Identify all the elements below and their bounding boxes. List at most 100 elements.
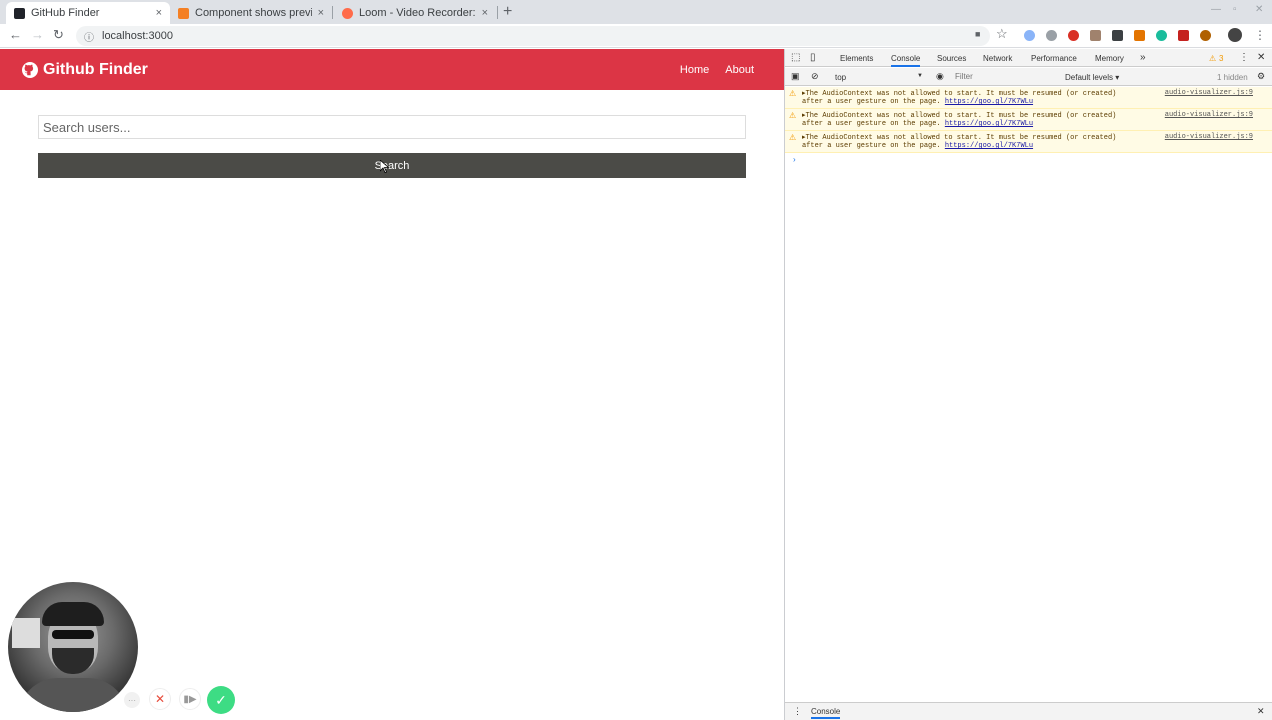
console-filter-input[interactable] <box>955 70 1055 83</box>
camera-icon[interactable]: ■ <box>975 29 980 39</box>
console-drawer: ⋮ Console ✕ <box>785 702 1272 720</box>
close-tab-icon[interactable]: × <box>482 7 488 19</box>
message-link[interactable]: https://goo.gl/7K7WLu <box>945 98 1033 106</box>
extension-icon[interactable] <box>1134 30 1145 41</box>
whiteboard-background <box>12 618 40 648</box>
forward-arrow-icon[interactable]: → <box>31 27 44 42</box>
mouse-cursor-icon <box>380 160 389 173</box>
tab-elements[interactable]: Elements <box>840 54 873 63</box>
checkmark-icon: ✓ <box>215 691 227 708</box>
screenshot-extension-icon[interactable] <box>1046 30 1057 41</box>
tab-memory[interactable]: Memory <box>1095 54 1124 63</box>
devtools-panel: ⬚ ▯ Elements Console Sources Network Per… <box>784 49 1272 720</box>
loom-finish-button[interactable]: ✓ <box>207 686 235 714</box>
react-favicon-icon <box>14 7 25 19</box>
browser-tab-strip: GitHub Finder × Component shows previo ×… <box>0 0 1272 24</box>
warning-count: 3 <box>1219 54 1224 63</box>
close-tab-icon[interactable]: × <box>318 7 324 19</box>
webcam-cap <box>42 602 104 626</box>
maximize-icon[interactable]: ▫ <box>1233 4 1237 15</box>
drawer-tab-console[interactable]: Console <box>811 707 841 719</box>
chrome-menu-icon[interactable]: ⋮ <box>1254 28 1266 42</box>
tab-console[interactable]: Console <box>891 54 921 67</box>
extension-icon[interactable] <box>1156 30 1167 41</box>
message-link[interactable]: https://goo.gl/7K7WLu <box>945 142 1033 150</box>
pause-play-icon: ▮▶ <box>183 693 197 705</box>
loom-favicon-icon <box>342 7 353 19</box>
loom-more-button[interactable]: ··· <box>124 692 140 708</box>
console-warning-message[interactable]: ⚠ ▸The AudioContext was not allowed to s… <box>785 109 1272 131</box>
devtools-menu-icon[interactable]: ⋮ <box>1239 52 1249 63</box>
extension-icon[interactable] <box>1200 30 1211 41</box>
loom-cancel-button[interactable]: ✕ <box>149 688 171 710</box>
message-source-link[interactable]: audio-visualizer.js:9 <box>1165 133 1253 141</box>
console-prompt[interactable]: › <box>793 155 796 164</box>
devtools-tab-bar: ⬚ ▯ Elements Console Sources Network Per… <box>785 49 1272 67</box>
extension-icon[interactable] <box>1178 30 1189 41</box>
more-icon: ··· <box>128 695 136 705</box>
reload-icon[interactable]: ↻ <box>53 27 64 43</box>
webcam-beard <box>52 648 94 674</box>
more-tabs-icon[interactable]: » <box>1140 52 1146 63</box>
extension-icon[interactable] <box>1090 30 1101 41</box>
inspect-element-icon[interactable]: ⬚ <box>791 52 800 63</box>
close-icon: ✕ <box>154 692 166 706</box>
nav-links: Home About <box>664 49 754 90</box>
brand-title: Github Finder <box>43 60 148 78</box>
browser-toolbar: ← → ↻ ⓘ localhost:3000 ■ ☆ <box>0 24 1272 48</box>
nav-link-home[interactable]: Home <box>680 64 709 76</box>
opera-extension-icon[interactable] <box>1068 30 1079 41</box>
tab-separator <box>497 6 498 19</box>
tab-sources[interactable]: Sources <box>937 54 966 63</box>
warning-icon: ⚠ <box>789 90 797 99</box>
message-source-link[interactable]: audio-visualizer.js:9 <box>1165 89 1253 97</box>
profile-avatar[interactable] <box>1228 28 1242 42</box>
sidebar-toggle-icon[interactable]: ▣ <box>791 71 800 82</box>
console-filter-bar: ▣ ⊘ top ▼ ◉ Default levels ▾ 1 hidden ⚙ <box>785 68 1272 86</box>
extension-icon[interactable] <box>1024 30 1035 41</box>
context-selector[interactable]: top <box>835 73 846 82</box>
nav-link-about[interactable]: About <box>725 64 754 76</box>
message-link[interactable]: https://goo.gl/7K7WLu <box>945 120 1033 128</box>
new-tab-button[interactable]: + <box>503 3 512 21</box>
stackoverflow-favicon-icon <box>178 7 189 19</box>
console-warning-message[interactable]: ⚠ ▸The AudioContext was not allowed to s… <box>785 131 1272 153</box>
tab-separator <box>332 6 333 19</box>
address-bar[interactable]: ⓘ localhost:3000 <box>76 26 990 46</box>
brand[interactable]: Github Finder <box>22 49 148 90</box>
close-tab-icon[interactable]: × <box>156 7 162 19</box>
window-close-icon[interactable]: ✕ <box>1255 4 1263 15</box>
webcam-shirt <box>18 678 128 712</box>
tab-performance[interactable]: Performance <box>1031 54 1077 63</box>
warning-icon[interactable]: ⚠ <box>1209 54 1216 63</box>
eye-icon[interactable]: ◉ <box>936 71 944 82</box>
info-icon[interactable]: ⓘ <box>84 29 94 44</box>
hidden-count: 1 hidden <box>1217 73 1248 82</box>
back-arrow-icon[interactable]: ← <box>9 27 22 42</box>
url-text: localhost:3000 <box>102 30 173 42</box>
grid-extension-icon[interactable] <box>1112 30 1123 41</box>
drawer-close-icon[interactable]: ✕ <box>1257 706 1265 717</box>
loom-webcam-bubble[interactable] <box>8 582 138 712</box>
console-settings-icon[interactable]: ⚙ <box>1257 71 1265 82</box>
message-source-link[interactable]: audio-visualizer.js:9 <box>1165 111 1253 119</box>
loom-pause-button[interactable]: ▮▶ <box>179 688 201 710</box>
clear-console-icon[interactable]: ⊘ <box>811 71 819 82</box>
tab-component-shows[interactable]: Component shows previo × <box>170 2 332 24</box>
context-dropdown-icon[interactable]: ▼ <box>917 73 923 79</box>
github-icon <box>22 61 38 78</box>
minimize-icon[interactable]: — <box>1211 4 1221 15</box>
bookmark-star-icon[interactable]: ☆ <box>996 26 1008 42</box>
log-levels-dropdown[interactable]: Default levels ▾ <box>1065 73 1119 82</box>
tab-network[interactable]: Network <box>983 54 1012 63</box>
warning-icon: ⚠ <box>789 134 797 143</box>
tab-loom[interactable]: Loom - Video Recorder: Sc × <box>334 2 496 24</box>
devtools-close-icon[interactable]: ✕ <box>1257 52 1265 63</box>
drawer-menu-icon[interactable]: ⋮ <box>793 706 802 717</box>
webcam-glasses <box>52 630 94 639</box>
console-warning-message[interactable]: ⚠ ▸The AudioContext was not allowed to s… <box>785 87 1272 109</box>
search-input[interactable] <box>38 115 746 139</box>
tab-github-finder[interactable]: GitHub Finder × <box>6 2 170 24</box>
device-toolbar-icon[interactable]: ▯ <box>810 52 816 63</box>
search-button[interactable]: Search <box>38 153 746 178</box>
